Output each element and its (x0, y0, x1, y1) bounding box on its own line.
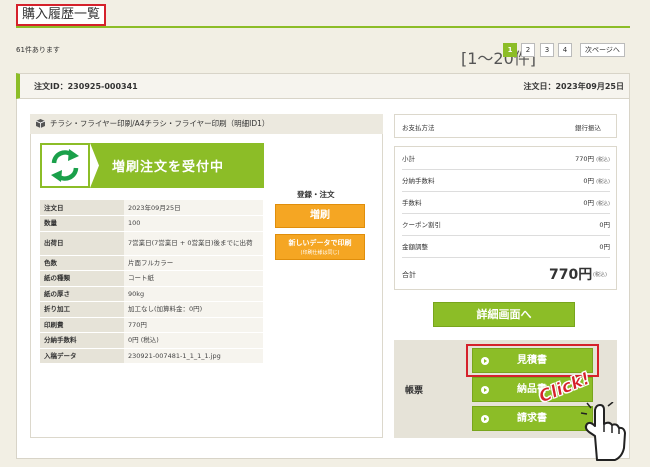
spec-value: 90kg (124, 286, 263, 302)
banner-arrow-shape (90, 143, 99, 188)
pager-page-4[interactable]: 4 (558, 43, 572, 57)
summary-row: 小計 770円 (税込) (402, 149, 610, 170)
spec-key: 色数 (40, 255, 124, 271)
summary-row: 分納手数料 0円 (税込) (402, 171, 610, 192)
summary-key: 金額調整 (402, 243, 428, 251)
tax-note: (税込) (596, 201, 610, 207)
spec-row: 紙の厚さ 90kg (40, 286, 263, 302)
arrow-bullet-icon (481, 386, 489, 394)
print-with-new-data-button[interactable]: 新しいデータで印刷 (印刷仕様は同じ) (275, 234, 365, 260)
spec-table: 注文日 2023年09月25日 数量 100 出荷日 7営業日(7営業日 + 0営業日… (40, 200, 263, 364)
detail-page-button[interactable]: 詳細画面へ (433, 302, 575, 327)
summary-value: 770円 (575, 155, 595, 163)
spec-key: 紙の厚さ (40, 286, 124, 302)
summary-value: 0円 (583, 199, 595, 207)
spec-row: 色数 片面フルカラー (40, 255, 263, 271)
total-tax-note: (税込) (593, 272, 607, 278)
invoice-button-label: 請求書 (517, 413, 547, 424)
register-order-label: 登録・注文 (297, 190, 335, 199)
spec-row: 折り加工 加工なし(加算料金：0円) (40, 301, 263, 318)
refresh-arrows-icon (51, 149, 79, 182)
spec-key: 分納手数料 (40, 332, 124, 349)
spec-value: コート紙 (124, 270, 263, 287)
spec-value: 0円 (税込) (124, 332, 263, 349)
reprint-banner-text: 増刷注文を受付中 (112, 160, 225, 175)
summary-row: クーポン割引 0円 (402, 215, 610, 236)
summary-key: クーポン割引 (402, 221, 441, 229)
summary-row: 金額調整 0円 (402, 237, 610, 258)
spec-value: 加工なし(加算料金：0円) (124, 301, 263, 318)
order-date: 注文日：2023年09月25日 (523, 82, 624, 91)
summary-value: 0円 (583, 177, 595, 185)
spec-key: 紙の種類 (40, 270, 124, 287)
summary-key: 小計 (402, 155, 415, 163)
spec-row: 印刷費 770円 (40, 317, 263, 333)
spec-key: 出荷日 (40, 231, 124, 256)
invoice-button[interactable]: 請求書 (472, 406, 593, 431)
spec-row: 数量 100 (40, 215, 263, 232)
new-data-button-label: 新しいデータで印刷 (288, 239, 352, 247)
summary-value: 0円 (599, 243, 610, 251)
spec-key: 入稿データ (40, 348, 124, 364)
spec-value: 片面フルカラー (124, 255, 263, 271)
total-label: 合計 (402, 271, 416, 279)
pager-page-2[interactable]: 2 (521, 43, 535, 57)
summary-row: 手数料 0円 (税込) (402, 193, 610, 214)
spec-key: 注文日 (40, 200, 124, 216)
spec-row: 出荷日 7営業日(7営業日 + 0営業日)後までに出荷 (40, 231, 263, 256)
spec-row: 紙の種類 コート紙 (40, 270, 263, 287)
pointing-hand-icon (580, 402, 626, 461)
item-name: チラシ・フライヤー印刷/A4チラシ・フライヤー印刷（明細ID1） (50, 119, 270, 128)
spec-key: 印刷費 (40, 317, 124, 333)
page-title: 購入履歴一覧 (16, 4, 107, 26)
box-icon (36, 119, 45, 128)
payment-method-label: お支払方法 (402, 124, 435, 132)
pager-page-1[interactable]: 1 (503, 43, 517, 57)
order-id: 注文ID：230925-000341 (34, 82, 138, 91)
payment-method-value: 銀行振込 (575, 124, 601, 132)
tax-note: (税込) (596, 179, 610, 185)
summary-key: 分納手数料 (402, 177, 435, 185)
title-divider (16, 26, 630, 28)
forms-label: 帳票 (405, 386, 424, 396)
spec-value: 770円 (124, 317, 263, 333)
result-count: 61件あります (16, 46, 60, 54)
tax-note: (税込) (596, 157, 610, 163)
reprint-button[interactable]: 増刷 (275, 204, 365, 228)
spec-row: 入稿データ 230921-007481-1_1_1_1.jpg (40, 348, 263, 364)
summary-value: 0円 (599, 221, 610, 229)
spec-key: 数量 (40, 215, 124, 232)
summary-key: 手数料 (402, 199, 422, 207)
pager-next-button[interactable]: 次ページへ (580, 43, 625, 57)
spec-row: 分納手数料 0円 (税込) (40, 332, 263, 349)
spec-value: 230921-007481-1_1_1_1.jpg (124, 348, 263, 364)
spec-value: 2023年09月25日 (124, 200, 263, 216)
new-data-button-sublabel: (印刷仕様は同じ) (300, 250, 340, 256)
spec-value: 7営業日(7営業日 + 0営業日)後までに出荷 (124, 231, 263, 256)
spec-value: 100 (124, 215, 263, 232)
pager-page-3[interactable]: 3 (540, 43, 554, 57)
total-value: 770円 (549, 267, 593, 283)
spec-row: 注文日 2023年09月25日 (40, 200, 263, 216)
spec-key: 折り加工 (40, 301, 124, 318)
arrow-bullet-icon (481, 415, 489, 423)
